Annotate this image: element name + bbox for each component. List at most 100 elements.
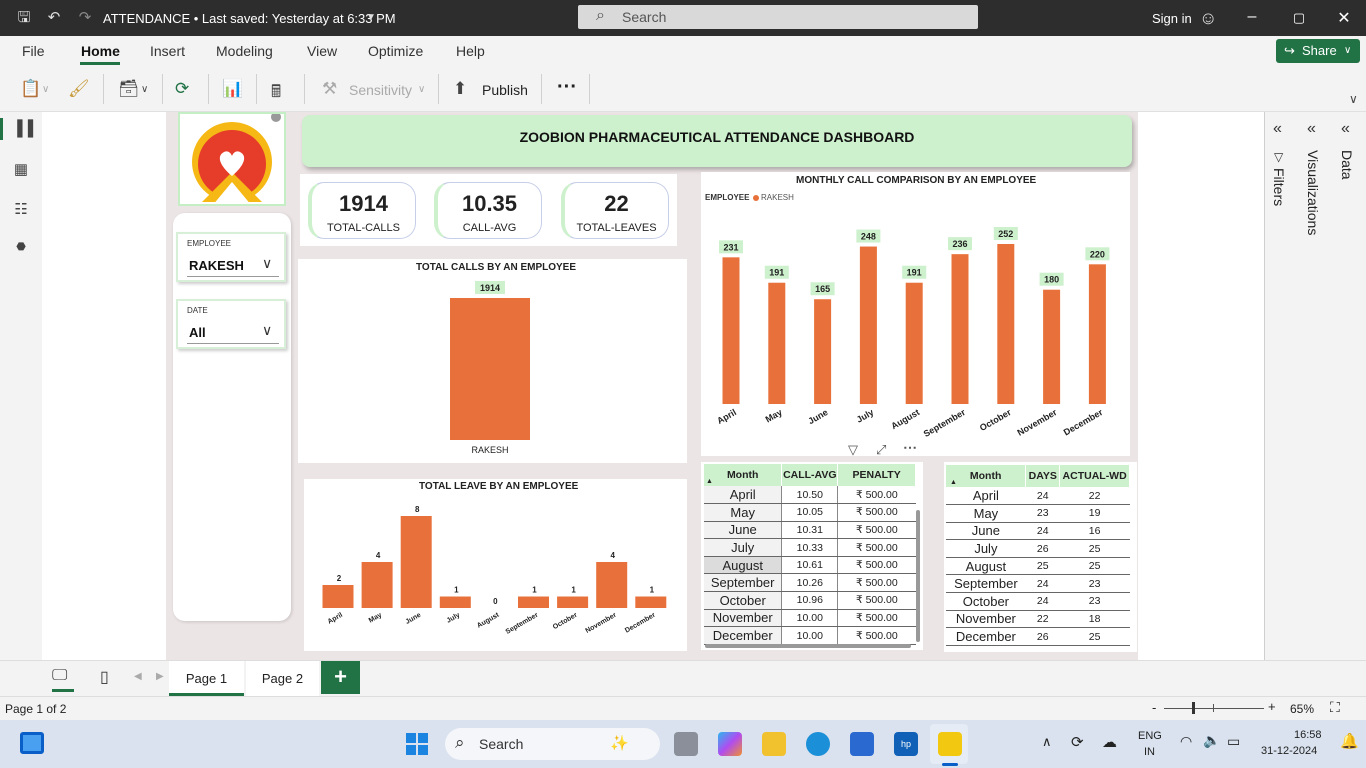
table-cell[interactable]: October bbox=[946, 592, 1026, 611]
sort-asc-icon[interactable]: ▲ bbox=[950, 479, 957, 486]
bar-september[interactable] bbox=[951, 254, 969, 404]
bar-october[interactable] bbox=[557, 596, 589, 609]
share-button[interactable]: ↪ Share ∨ bbox=[1276, 39, 1360, 63]
clock-time[interactable]: 16:58 bbox=[1294, 729, 1322, 741]
table-cell[interactable]: 25 bbox=[1059, 539, 1130, 558]
table-cell[interactable]: May bbox=[704, 503, 783, 522]
table-cell[interactable]: August bbox=[946, 557, 1026, 576]
table-row[interactable]: December 10.00 ₹ 500.00 bbox=[704, 626, 916, 645]
table-cell[interactable]: 24 bbox=[1025, 574, 1060, 594]
kpi-total-leaves[interactable]: 22 TOTAL-LEAVES bbox=[561, 182, 669, 239]
table-cell[interactable]: 24 bbox=[1025, 522, 1060, 541]
data-pane-tab[interactable]: Data bbox=[1339, 150, 1355, 180]
paste-chevron-icon[interactable]: ∨ bbox=[42, 84, 49, 95]
wifi-icon[interactable]: ◠ bbox=[1180, 733, 1192, 750]
bar-july[interactable] bbox=[439, 596, 471, 609]
table-cell[interactable]: ₹ 500.00 bbox=[837, 556, 916, 575]
column-header[interactable]: Month bbox=[704, 464, 783, 486]
account-icon[interactable]: ☺ bbox=[1199, 9, 1217, 27]
prev-page-icon[interactable]: ◀ bbox=[134, 671, 142, 682]
column-header[interactable]: CALL-AVG bbox=[781, 464, 839, 486]
table-cell[interactable]: April bbox=[946, 487, 1026, 506]
horizontal-scrollbar[interactable] bbox=[705, 644, 911, 648]
table-row[interactable]: August 25 25 bbox=[946, 557, 1130, 576]
table-cell[interactable]: 16 bbox=[1059, 522, 1130, 541]
bar-october[interactable] bbox=[997, 244, 1015, 404]
add-page-button[interactable]: + bbox=[321, 661, 360, 694]
table-cell[interactable]: 23 bbox=[1059, 592, 1130, 611]
task-view-icon[interactable] bbox=[674, 732, 698, 756]
menu-help[interactable]: Help bbox=[456, 43, 485, 59]
document-title[interactable]: ATTENDANCE • Last saved: Yesterday at 6:… bbox=[103, 11, 396, 26]
table-row[interactable]: May 10.05 ₹ 500.00 bbox=[704, 503, 916, 522]
menu-home[interactable]: Home bbox=[81, 43, 120, 59]
myhp-icon[interactable]: hp bbox=[894, 732, 918, 756]
edge-browser-icon[interactable] bbox=[806, 732, 830, 756]
sign-in-link[interactable]: Sign in bbox=[1152, 11, 1192, 26]
windows-start-icon[interactable] bbox=[406, 733, 428, 755]
table-cell[interactable]: ₹ 500.00 bbox=[837, 503, 916, 522]
table-row[interactable]: November 22 18 bbox=[946, 610, 1130, 629]
notifications-icon[interactable]: 🔔 bbox=[1340, 732, 1359, 750]
column-header[interactable]: Month bbox=[946, 465, 1027, 487]
call-avg-table[interactable]: Month CALL-AVG PENALTY April 10.50 ₹ 500.0… bbox=[704, 464, 916, 645]
table-view-icon[interactable]: ▦ bbox=[12, 160, 30, 178]
bar-june[interactable] bbox=[814, 299, 832, 404]
bar-november[interactable] bbox=[596, 562, 628, 608]
table-cell[interactable]: December bbox=[704, 626, 783, 645]
table-cell[interactable]: ₹ 500.00 bbox=[837, 521, 916, 540]
more-options-icon[interactable]: ··· bbox=[557, 76, 577, 99]
new-visual-icon[interactable]: 📊 bbox=[222, 79, 243, 99]
kpi-call-avg[interactable]: 10.35 CALL-AVG bbox=[434, 182, 542, 239]
table-cell[interactable]: 10.00 bbox=[781, 609, 839, 628]
slicer-value[interactable]: All bbox=[189, 325, 206, 340]
publish-button[interactable]: Publish bbox=[482, 82, 528, 98]
filters-pane-tab[interactable]: Filters bbox=[1271, 168, 1287, 206]
table-cell[interactable]: September bbox=[946, 574, 1026, 594]
table-cell[interactable]: May bbox=[946, 504, 1026, 523]
table-row[interactable]: June 24 16 bbox=[946, 522, 1130, 541]
chevron-down-icon[interactable]: ∨ bbox=[262, 322, 272, 339]
zoom-out-button[interactable]: - bbox=[1152, 700, 1156, 715]
next-page-icon[interactable]: ▶ bbox=[156, 671, 164, 682]
table-cell[interactable]: September bbox=[704, 573, 783, 593]
redo-icon[interactable]: ↷ bbox=[76, 9, 94, 27]
collapse-visualizations-icon[interactable]: « bbox=[1307, 120, 1316, 138]
table-cell[interactable]: July bbox=[704, 538, 783, 557]
fit-to-page-icon[interactable]: ⛶ bbox=[1330, 699, 1340, 716]
bar-july[interactable] bbox=[859, 246, 877, 404]
ribbon-collapse-icon[interactable]: ∨ bbox=[1349, 92, 1358, 106]
format-painter-icon[interactable]: 🖌 bbox=[68, 79, 90, 99]
model-view-icon[interactable]: ☷ bbox=[12, 200, 30, 218]
copilot-icon[interactable] bbox=[718, 732, 742, 756]
data-icon[interactable]: 🗃 bbox=[118, 79, 140, 99]
table-cell[interactable]: 19 bbox=[1059, 504, 1130, 523]
refresh-icon[interactable]: ⟳ bbox=[175, 79, 189, 99]
table-row[interactable]: October 10.96 ₹ 500.00 bbox=[704, 591, 916, 610]
table-row[interactable]: June 10.31 ₹ 500.00 bbox=[704, 521, 916, 540]
report-view-icon[interactable]: ▐▐ bbox=[12, 120, 33, 138]
column-header[interactable]: DAYS bbox=[1025, 465, 1061, 487]
paste-icon[interactable]: 📋 bbox=[20, 79, 41, 99]
battery-icon[interactable]: ▭ bbox=[1227, 733, 1240, 750]
table-cell[interactable]: 26 bbox=[1025, 539, 1060, 558]
chevron-down-icon[interactable]: ∨ bbox=[262, 255, 272, 272]
table-cell[interactable]: 25 bbox=[1025, 557, 1060, 576]
sync-icon[interactable]: ⟳ bbox=[1071, 733, 1084, 751]
close-button[interactable]: ✕ bbox=[1334, 8, 1354, 28]
column-header[interactable]: ACTUAL-WD bbox=[1059, 465, 1130, 487]
search-box[interactable]: ⌕ Search bbox=[578, 5, 978, 29]
table-cell[interactable]: 25 bbox=[1059, 627, 1130, 646]
bar-may[interactable] bbox=[768, 282, 786, 404]
vertical-scrollbar[interactable] bbox=[916, 510, 920, 642]
table-cell[interactable]: ₹ 500.00 bbox=[837, 538, 916, 557]
table-cell[interactable]: 22 bbox=[1059, 487, 1130, 506]
mobile-layout-icon[interactable]: ▯ bbox=[100, 667, 109, 687]
dax-view-icon[interactable]: ⬣ bbox=[12, 240, 30, 258]
more-options-icon[interactable]: ⋯ bbox=[903, 439, 917, 456]
tab-page-2[interactable]: Page 2 bbox=[246, 661, 319, 696]
table-cell[interactable]: November bbox=[946, 610, 1026, 629]
employee-slicer[interactable]: EMPLOYEE RAKESH ∨ bbox=[176, 232, 286, 282]
table-cell[interactable]: 24 bbox=[1025, 487, 1060, 506]
zoom-slider-thumb[interactable] bbox=[1192, 702, 1195, 714]
